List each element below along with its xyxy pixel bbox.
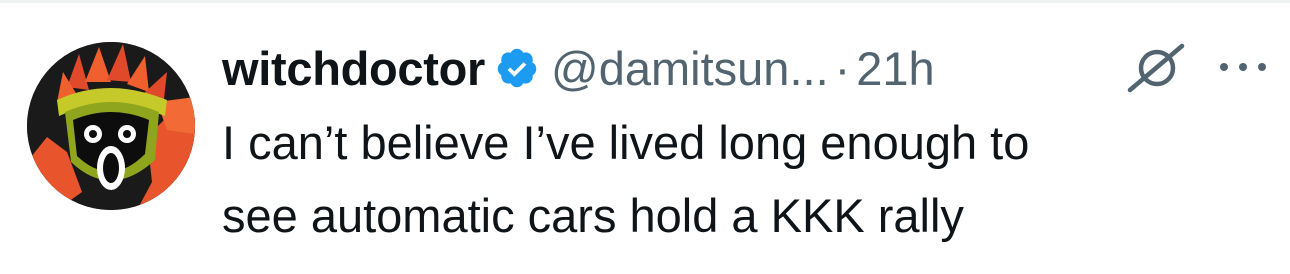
verified-badge-icon[interactable] <box>495 46 539 90</box>
more-options-icon[interactable] <box>1212 56 1274 78</box>
timestamp[interactable]: 21h <box>856 41 934 96</box>
top-divider <box>0 0 1290 3</box>
author-handle[interactable]: @damitsun... <box>551 41 829 96</box>
tweet-header: witchdoctor @damitsun... · 21h <box>222 38 935 98</box>
witchdoctor-mask-avatar-icon <box>27 42 195 210</box>
tweet-text: I can’t believe I’ve lived long enough t… <box>222 116 1030 242</box>
separator-dot: · <box>834 41 851 95</box>
avatar[interactable] <box>27 42 195 210</box>
display-name[interactable]: witchdoctor <box>222 41 485 96</box>
grok-icon[interactable] <box>1124 42 1186 94</box>
